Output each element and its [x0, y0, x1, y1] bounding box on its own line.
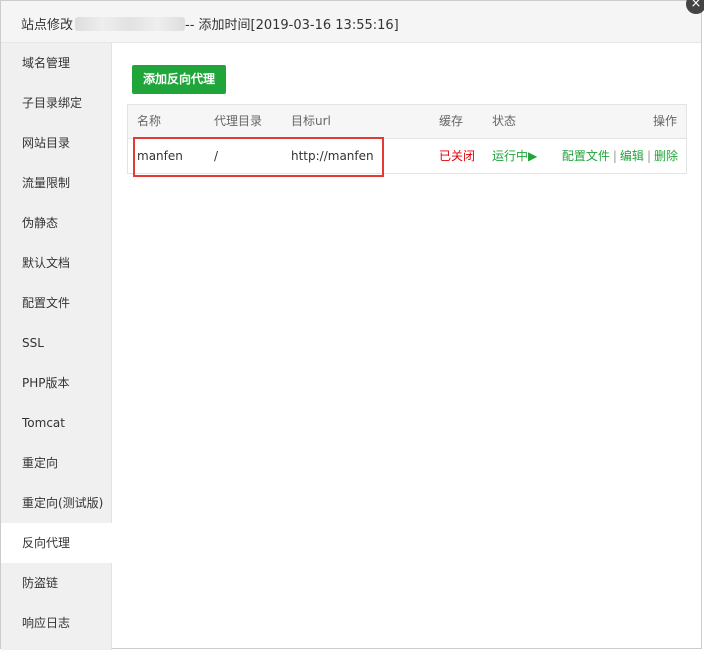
settings-sidebar: 域名管理 子目录绑定 网站目录 流量限制 伪静态 默认文档 配置文件 SSL P… [1, 43, 112, 650]
sidebar-item-tomcat[interactable]: Tomcat [1, 403, 111, 443]
column-header-name: 名称 [137, 114, 162, 128]
sidebar-item-php-version[interactable]: PHP版本 [1, 363, 111, 403]
sidebar-item-reverse-proxy[interactable]: 反向代理 [1, 523, 112, 563]
table-row: manfen / http://manfen 已关闭 运行中▶ 配置文件 | 编辑 |… [128, 139, 686, 173]
table-header: 名称 代理目录 目标url 缓存 状态 操作 [128, 105, 686, 139]
action-separator: | [646, 149, 651, 163]
site-edit-dialog: 站点修改 -- 添加时间[2019-03-16 13:55:16] 域名管理 子目… [0, 0, 702, 650]
proxy-target-url: http://manfen [291, 149, 374, 163]
dialog-title-suffix: -- 添加时间[2019-03-16 13:55:16] [185, 18, 399, 33]
sidebar-item-domain[interactable]: 域名管理 [1, 43, 111, 83]
delete-link[interactable]: 删除 [654, 149, 678, 163]
proxy-name: manfen [137, 149, 183, 163]
sidebar-item-default-doc[interactable]: 默认文档 [1, 243, 111, 283]
column-header-target-url: 目标url [291, 114, 331, 128]
column-header-cache: 缓存 [439, 114, 464, 128]
sidebar-item-rewrite[interactable]: 伪静态 [1, 203, 111, 243]
cache-status-toggle[interactable]: 已关闭 [439, 139, 475, 173]
dialog-title-prefix: 站点修改 [21, 18, 74, 33]
sidebar-item-config-file[interactable]: 配置文件 [1, 283, 111, 323]
edit-link[interactable]: 编辑 [620, 149, 644, 163]
redacted-site-name [75, 17, 186, 31]
config-file-link[interactable]: 配置文件 [562, 149, 610, 163]
proxy-table: 名称 代理目录 目标url 缓存 状态 操作 manfen / http://m… [127, 104, 687, 174]
sidebar-item-site-directory[interactable]: 网站目录 [1, 123, 111, 163]
run-status-toggle[interactable]: 运行中▶ [492, 139, 537, 173]
add-reverse-proxy-button[interactable]: 添加反向代理 [132, 65, 227, 94]
sidebar-item-ssl[interactable]: SSL [1, 323, 111, 363]
column-header-status: 状态 [492, 114, 517, 128]
row-actions: 配置文件 | 编辑 | 删除 [562, 139, 678, 173]
sidebar-item-hotlink-protection[interactable]: 防盗链 [1, 563, 111, 603]
sidebar-item-redirect[interactable]: 重定向 [1, 443, 111, 483]
column-header-proxy-dir: 代理目录 [214, 114, 263, 128]
reverse-proxy-panel: 添加反向代理 名称 代理目录 目标url 缓存 状态 操作 manfen / h… [112, 43, 701, 648]
column-header-actions: 操作 [652, 114, 677, 128]
sidebar-item-subdir-binding[interactable]: 子目录绑定 [1, 83, 111, 123]
dialog-title: 站点修改 -- 添加时间[2019-03-16 13:55:16] [21, 14, 399, 33]
dialog-title-bar: 站点修改 -- 添加时间[2019-03-16 13:55:16] [1, 1, 701, 43]
sidebar-item-redirect-beta[interactable]: 重定向(测试版) [1, 483, 111, 523]
sidebar-item-traffic-limit[interactable]: 流量限制 [1, 163, 111, 203]
sidebar-item-response-log[interactable]: 响应日志 [1, 603, 111, 643]
proxy-dir: / [214, 149, 219, 163]
action-separator: | [612, 149, 617, 163]
